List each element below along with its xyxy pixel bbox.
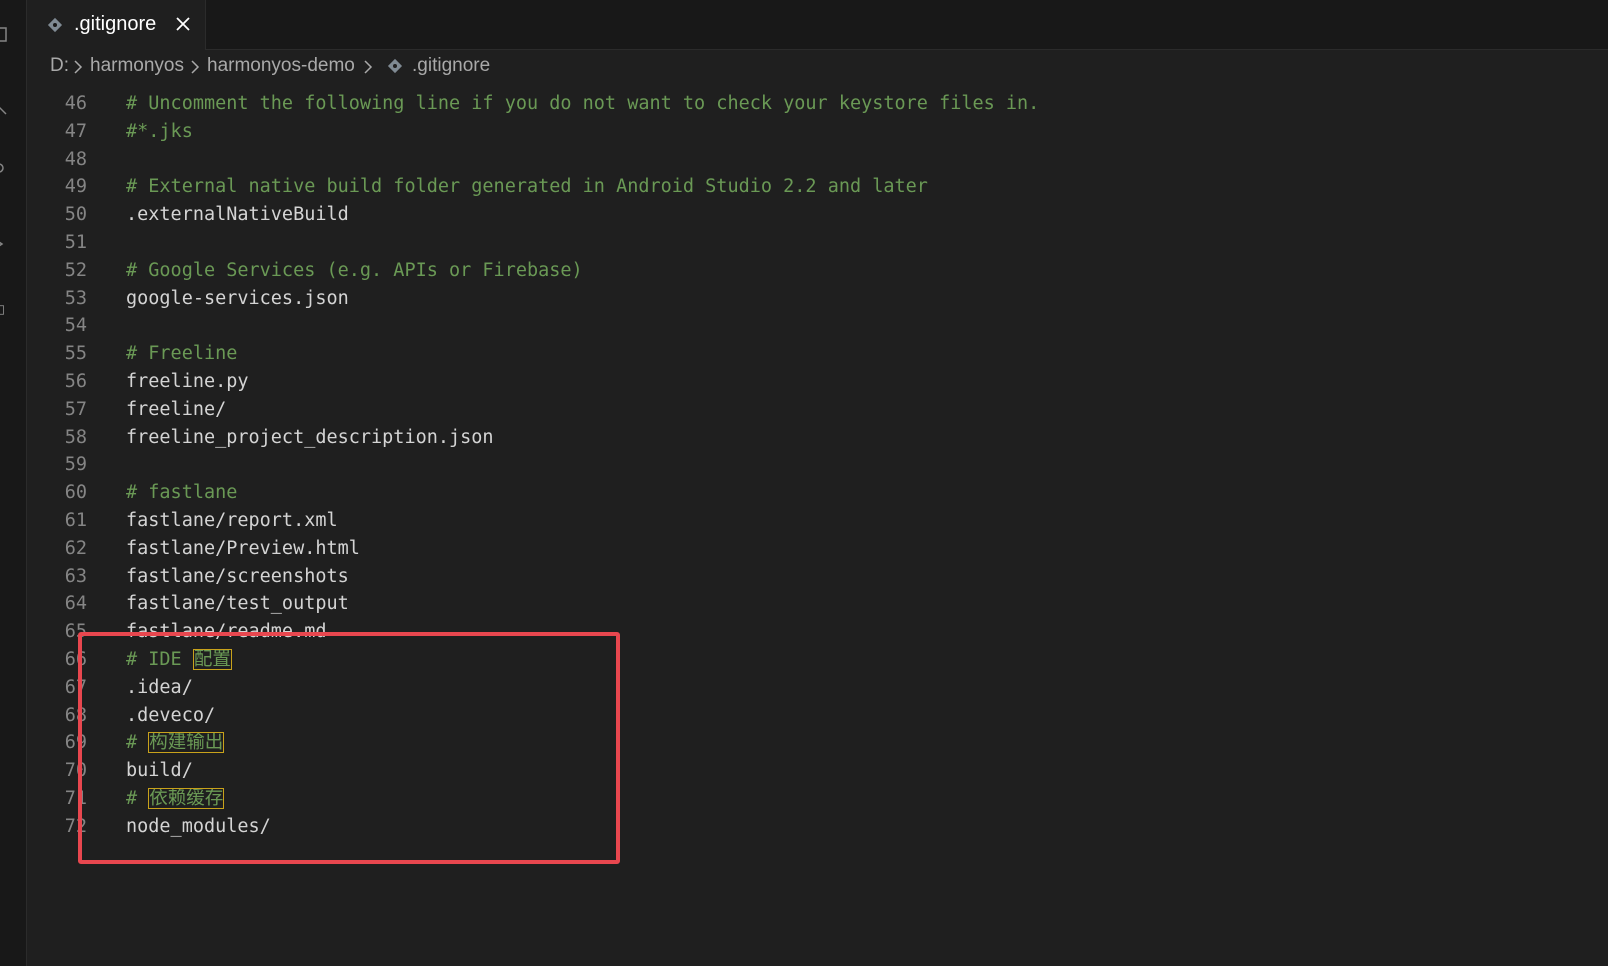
git-diamond-icon: [387, 58, 403, 74]
line-text: .idea/: [126, 676, 193, 698]
breadcrumb-folder-harmonyos[interactable]: harmonyos: [90, 55, 184, 77]
git-diamond-icon: [47, 17, 63, 33]
activity-bar: [0, 0, 27, 966]
line-number: 49: [64, 176, 87, 198]
line-number: 56: [64, 371, 87, 392]
line-text: # Uncomment the following line if you do…: [126, 93, 1040, 114]
close-icon[interactable]: [175, 16, 191, 32]
line-text: # 依赖缓存: [126, 788, 225, 809]
line-number: 65: [64, 621, 87, 643]
tab-bar: .gitignore: [27, 0, 1608, 50]
line-text: freeline/: [126, 398, 227, 420]
line-text: # 构建输出: [126, 732, 225, 754]
line-number: 55: [64, 343, 87, 365]
unicode-highlight: 配置: [192, 649, 232, 670]
line-number: 47: [64, 120, 87, 142]
line-number: 63: [64, 565, 87, 587]
line-number: 72: [64, 815, 87, 837]
line-text: freeline.py: [126, 371, 249, 392]
line-text: # Google Services (e.g. APIs or Firebase…: [126, 259, 583, 281]
run-debug-icon[interactable]: [0, 236, 8, 252]
search-icon[interactable]: [0, 100, 8, 116]
line-number: 71: [64, 788, 87, 809]
line-number: 60: [64, 482, 87, 504]
breadcrumb-file[interactable]: .gitignore: [412, 55, 490, 77]
chevron-right-icon: [364, 60, 373, 74]
line-number: 48: [64, 148, 87, 170]
line-number: 67: [64, 676, 87, 698]
line-text: fastlane/Preview.html: [126, 537, 360, 559]
line-text: fastlane/screenshots: [126, 565, 349, 587]
unicode-highlight: 依赖缓存: [148, 788, 225, 809]
code-editor[interactable]: 46 # Uncomment the following line if you …: [27, 84, 1608, 966]
line-number: 46: [64, 93, 87, 114]
line-number: 69: [64, 732, 87, 754]
line-number: 54: [64, 315, 87, 337]
line-text: # External native build folder generated…: [126, 176, 928, 198]
line-number: 52: [64, 259, 87, 281]
chevron-right-icon: [74, 60, 83, 74]
chevron-right-icon: [191, 60, 200, 74]
breadcrumb-folder-harmonyos-demo[interactable]: harmonyos-demo: [207, 55, 355, 77]
line-number: 59: [64, 454, 87, 476]
line-text: fastlane/report.xml: [126, 510, 338, 531]
line-text: fastlane/test_output: [126, 593, 349, 615]
line-text: .deveco/: [126, 704, 216, 726]
line-number: 68: [64, 704, 87, 726]
line-number: 51: [64, 232, 87, 253]
line-number: 58: [64, 426, 87, 448]
explorer-icon[interactable]: [0, 26, 8, 42]
line-text: fastlane/readme.md: [126, 621, 327, 643]
line-number: 62: [64, 537, 87, 559]
line-number: 66: [64, 649, 87, 670]
breadcrumb-drive[interactable]: D:: [50, 55, 69, 77]
line-number: 53: [64, 287, 87, 309]
extensions-icon[interactable]: [0, 302, 8, 318]
unicode-highlight: 构建输出: [148, 732, 225, 754]
line-text: build/: [126, 760, 193, 782]
line-number: 61: [64, 510, 87, 531]
line-text: node_modules/: [126, 815, 271, 837]
tab-label: .gitignore: [74, 13, 157, 35]
line-text: # Freeline: [126, 343, 238, 365]
line-text: .externalNativeBuild: [126, 204, 349, 226]
line-text: google-services.json: [126, 287, 349, 309]
source-control-icon[interactable]: [0, 160, 8, 176]
line-number: 70: [64, 760, 87, 782]
line-number: 50: [64, 204, 87, 226]
editor-tab[interactable]: .gitignore: [27, 0, 206, 50]
line-number: 64: [64, 593, 87, 615]
line-text: #*.jks: [126, 120, 193, 142]
line-text: # fastlane: [126, 482, 238, 504]
line-text: # IDE 配置: [126, 649, 232, 670]
breadcrumb: D: harmonyos harmonyos-demo .gitignore: [27, 50, 1608, 84]
line-text: freeline_project_description.json: [126, 426, 494, 448]
line-number: 57: [64, 398, 87, 420]
